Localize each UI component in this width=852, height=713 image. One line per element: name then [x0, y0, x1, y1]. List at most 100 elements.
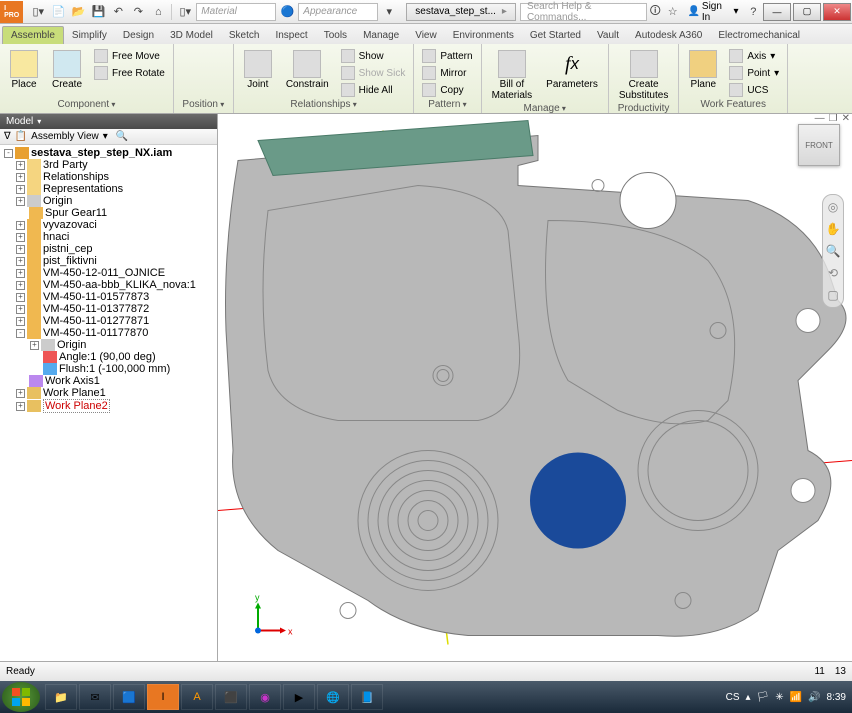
- task-app2[interactable]: A: [181, 684, 213, 710]
- color-icon[interactable]: 🔵: [278, 3, 296, 21]
- lookat-icon[interactable]: ▢: [825, 287, 841, 303]
- tab-design[interactable]: Design: [115, 27, 162, 44]
- orbit-icon[interactable]: ⟲: [825, 265, 841, 281]
- tree-item[interactable]: +hnaci: [2, 231, 215, 243]
- info-icon[interactable]: 🛈: [647, 3, 664, 21]
- select-icon[interactable]: ▯▾: [176, 3, 194, 21]
- joint-button[interactable]: Joint: [240, 48, 276, 92]
- expand-icon[interactable]: +: [16, 293, 25, 302]
- expand-icon[interactable]: +: [16, 281, 25, 290]
- task-chrome[interactable]: 🌐: [317, 684, 349, 710]
- task-inventor[interactable]: I: [147, 684, 179, 710]
- expand-icon[interactable]: +: [16, 389, 25, 398]
- new-icon[interactable]: 📄: [49, 3, 67, 21]
- expand-icon[interactable]: +: [16, 221, 25, 230]
- expand-icon[interactable]: +: [16, 402, 25, 411]
- tree-item[interactable]: +3rd Party: [2, 159, 215, 171]
- tray-icon-1[interactable]: ✳: [775, 692, 783, 703]
- task-explorer[interactable]: 📁: [45, 684, 77, 710]
- pattern-button[interactable]: Pattern: [420, 48, 474, 64]
- mirror-button[interactable]: Mirror: [420, 65, 474, 81]
- task-app6[interactable]: 📘: [351, 684, 383, 710]
- viewport-canvas[interactable]: x y: [218, 114, 852, 661]
- tab-view[interactable]: View: [407, 27, 445, 44]
- pan-icon[interactable]: ✋: [825, 221, 841, 237]
- expand-icon[interactable]: +: [16, 197, 25, 206]
- tray-lang[interactable]: CS: [726, 692, 740, 703]
- tab-manage[interactable]: Manage: [355, 27, 407, 44]
- bom-button[interactable]: Bill of Materials: [488, 48, 537, 103]
- task-mail[interactable]: ✉: [79, 684, 111, 710]
- expand-icon[interactable]: +: [16, 185, 25, 194]
- doc-close-icon[interactable]: ✕: [842, 114, 850, 124]
- tree-item[interactable]: +Work Plane1: [2, 387, 215, 399]
- search-input[interactable]: Search Help & Commands...: [520, 3, 647, 21]
- tab-a360[interactable]: Autodesk A360: [627, 27, 710, 44]
- tray-flag-icon[interactable]: 🏳: [757, 692, 770, 703]
- tray-vol-icon[interactable]: 🔊: [808, 692, 820, 703]
- tree-item[interactable]: +Origin: [2, 339, 215, 351]
- help-icon[interactable]: ?: [745, 3, 762, 21]
- tab-environments[interactable]: Environments: [445, 27, 522, 44]
- tree-item[interactable]: +Work Plane2: [2, 399, 215, 413]
- free-move-button[interactable]: Free Move: [92, 48, 167, 64]
- file-menu-icon[interactable]: ▯▾: [29, 3, 47, 21]
- create-subs-button[interactable]: Create Substitutes: [615, 48, 672, 103]
- browser-title[interactable]: Model: [0, 114, 217, 129]
- appearance-selector[interactable]: Appearance: [298, 3, 378, 21]
- expand-icon[interactable]: +: [16, 245, 25, 254]
- open-icon[interactable]: 📂: [69, 3, 87, 21]
- free-rotate-button[interactable]: Free Rotate: [92, 65, 167, 81]
- doc-minimize-icon[interactable]: —: [815, 114, 825, 124]
- tree-item[interactable]: Work Axis1: [2, 375, 215, 387]
- find-icon[interactable]: 🔍: [116, 131, 128, 142]
- tab-tools[interactable]: Tools: [316, 27, 355, 44]
- app-icon[interactable]: IPRO: [0, 1, 23, 23]
- tab-electromechanical[interactable]: Electromechanical: [710, 27, 808, 44]
- steering-wheel-icon[interactable]: ◎: [825, 199, 841, 215]
- tree-root[interactable]: -sestava_step_step_NX.iam: [2, 147, 215, 159]
- document-tab[interactable]: sestava_step_st...▸: [406, 3, 516, 21]
- expand-icon[interactable]: +: [16, 173, 25, 182]
- create-button[interactable]: Create: [48, 48, 86, 92]
- redo-icon[interactable]: ↷: [129, 3, 147, 21]
- hide-all-button[interactable]: Hide All: [339, 82, 408, 98]
- tree-item[interactable]: Flush:1 (-100,000 mm): [2, 363, 215, 375]
- tab-getstarted[interactable]: Get Started: [522, 27, 589, 44]
- viewport[interactable]: — ❐ ✕: [218, 114, 852, 661]
- zoom-icon[interactable]: 🔍: [825, 243, 841, 259]
- tab-inspect[interactable]: Inspect: [267, 27, 315, 44]
- filter-icon[interactable]: ∇: [4, 131, 11, 142]
- tree-item[interactable]: +vyvazovaci: [2, 219, 215, 231]
- axis-button[interactable]: Axis ▾: [727, 48, 781, 64]
- task-app3[interactable]: ⬛: [215, 684, 247, 710]
- tree-item[interactable]: Spur Gear11: [2, 207, 215, 219]
- start-button[interactable]: [2, 682, 40, 712]
- home-icon[interactable]: ⌂: [149, 3, 167, 21]
- save-icon[interactable]: 💾: [89, 3, 107, 21]
- tree-item[interactable]: +Representations: [2, 183, 215, 195]
- plane-button[interactable]: Plane: [685, 48, 721, 92]
- expand-icon[interactable]: +: [16, 317, 25, 326]
- point-button[interactable]: Point ▾: [727, 65, 781, 81]
- show-button[interactable]: Show: [339, 48, 408, 64]
- tree-item[interactable]: +VM-450-11-01577873: [2, 291, 215, 303]
- place-button[interactable]: Place: [6, 48, 42, 92]
- tree-item[interactable]: +Origin: [2, 195, 215, 207]
- browser-view-icon[interactable]: 📋: [15, 131, 27, 142]
- expand-icon[interactable]: +: [16, 233, 25, 242]
- chevron-down-icon[interactable]: ▾: [103, 131, 108, 142]
- tree-item[interactable]: +Relationships: [2, 171, 215, 183]
- browser-view-mode[interactable]: Assembly View: [31, 131, 99, 142]
- parameters-button[interactable]: fxParameters: [542, 48, 602, 92]
- expand-icon[interactable]: +: [16, 269, 25, 278]
- expand-icon[interactable]: +: [30, 341, 39, 350]
- copy-button[interactable]: Copy: [420, 82, 474, 98]
- viewcube[interactable]: FRONT: [798, 124, 840, 166]
- appearance-drop-icon[interactable]: ▾: [380, 3, 398, 21]
- show-sick-button[interactable]: Show Sick: [339, 65, 408, 81]
- expand-icon[interactable]: +: [16, 161, 25, 170]
- maximize-button[interactable]: ▢: [793, 3, 821, 21]
- tree-item[interactable]: +VM-450-11-01277871: [2, 315, 215, 327]
- tree-item[interactable]: +VM-450-aa-bbb_KLIKA_nova:1: [2, 279, 215, 291]
